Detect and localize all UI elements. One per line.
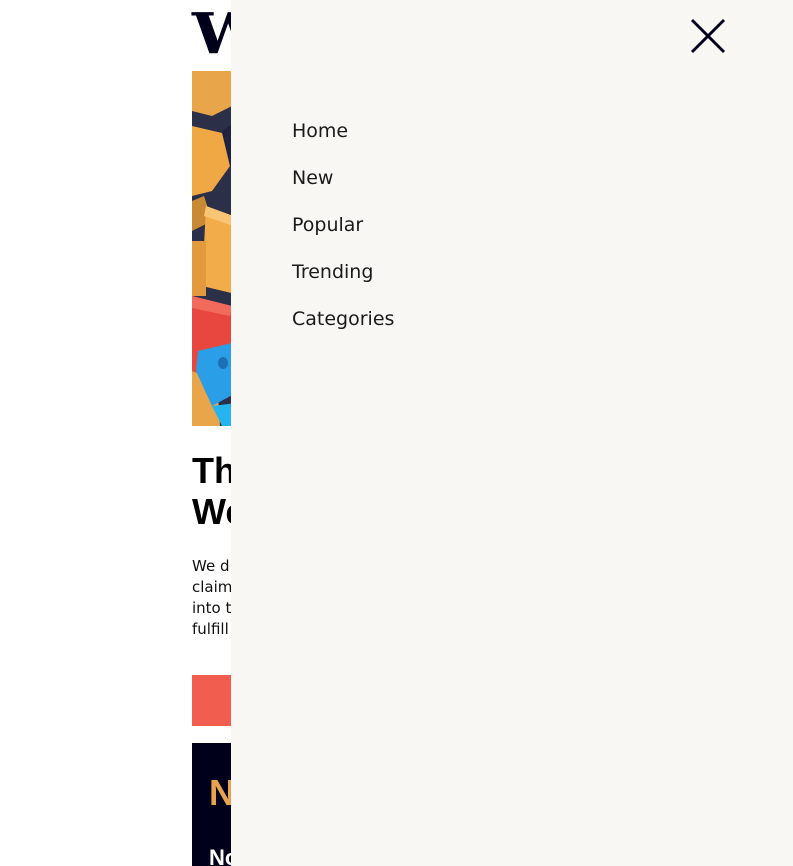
page: W Th We We d claim into t fulfill N No H… xyxy=(0,0,793,866)
nav-link-popular[interactable]: Popular xyxy=(292,211,363,239)
nav-link-trending[interactable]: Trending xyxy=(292,258,373,286)
close-menu-button[interactable] xyxy=(686,14,730,58)
close-icon xyxy=(690,18,726,54)
nav-item-home: Home xyxy=(292,117,394,164)
nav-item-popular: Popular xyxy=(292,211,394,258)
nav-link-categories[interactable]: Categories xyxy=(292,305,394,333)
nav-item-trending: Trending xyxy=(292,258,394,305)
nav-link-home[interactable]: Home xyxy=(292,117,348,145)
nav-menu: Home New Popular Trending Categories xyxy=(292,117,394,352)
nav-item-new: New xyxy=(292,164,394,211)
nav-item-categories: Categories xyxy=(292,305,394,352)
navigation-drawer: Home New Popular Trending Categories xyxy=(231,0,793,866)
nav-link-new[interactable]: New xyxy=(292,164,333,192)
